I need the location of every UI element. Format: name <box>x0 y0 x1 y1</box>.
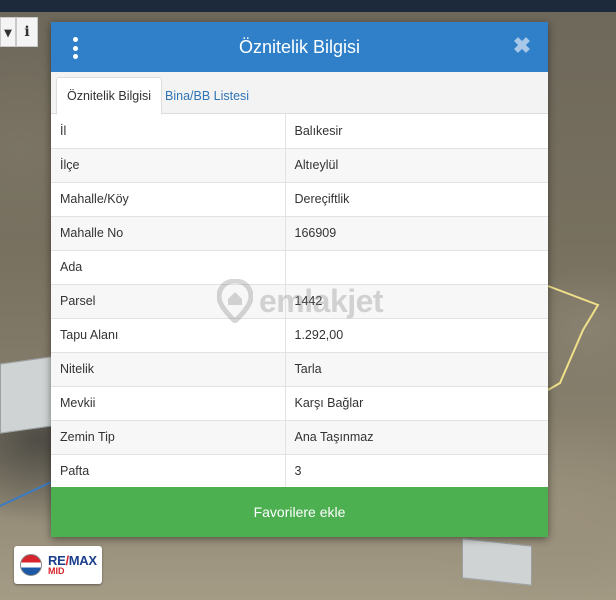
row-value <box>285 250 548 285</box>
table-row: İl Balıkesir <box>51 114 548 149</box>
row-key: Parsel <box>51 284 286 319</box>
attribute-table: İl Balıkesir İlçe Altıeylül Mahalle/Köy … <box>51 114 548 489</box>
table-row: Mahalle No 166909 <box>51 216 548 251</box>
menu-dots-icon[interactable] <box>71 37 79 59</box>
tab-attribute-info[interactable]: Öznitelik Bilgisi <box>56 77 163 115</box>
row-value: 1.292,00 <box>285 318 548 353</box>
dialog-title: Öznitelik Bilgisi <box>238 36 361 57</box>
row-key: Tapu Alanı <box>51 318 286 353</box>
row-value: Altıeylül <box>285 148 548 183</box>
table-row: Nitelik Tarla <box>51 352 548 387</box>
remax-logo: RE/MAX MID <box>14 546 102 584</box>
row-key: İlçe <box>51 148 286 183</box>
map-dropdown-button[interactable]: ▾ <box>0 17 16 47</box>
row-value: Karşı Bağlar <box>285 386 548 421</box>
table-row: Mevkii Karşı Bağlar <box>51 386 548 421</box>
building-roof <box>462 538 532 586</box>
remax-logo-text: RE/MAX MID <box>48 554 97 576</box>
row-value: Tarla <box>285 352 548 387</box>
table-row: Tapu Alanı 1.292,00 <box>51 318 548 353</box>
row-value: Balıkesir <box>285 114 548 149</box>
row-key: Mevkii <box>51 386 286 421</box>
table-row: Mahalle/Köy Dereçiftlik <box>51 182 548 217</box>
remax-balloon-icon <box>20 554 42 576</box>
table-row: Parsel 1442 <box>51 284 548 319</box>
row-key: Mahalle No <box>51 216 286 251</box>
tab-bar: Öznitelik Bilgisi Bina/BB Listesi <box>51 72 548 115</box>
map-info-button[interactable]: i <box>16 17 38 47</box>
dialog-header: Öznitelik Bilgisi ✖ <box>51 22 548 72</box>
row-key: Nitelik <box>51 352 286 387</box>
table-row: Zemin Tip Ana Taşınmaz <box>51 420 548 455</box>
table-row: İlçe Altıeylül <box>51 148 548 183</box>
row-value: Dereçiftlik <box>285 182 548 217</box>
row-value: 3 <box>285 454 548 489</box>
attribute-dialog: Öznitelik Bilgisi ✖ Öznitelik Bilgisi Bi… <box>51 22 548 537</box>
row-key: İl <box>51 114 286 149</box>
add-to-favorites-button[interactable]: Favorilere ekle <box>51 487 548 537</box>
row-key: Mahalle/Köy <box>51 182 286 217</box>
table-row: Pafta 3 <box>51 454 548 489</box>
row-key: Pafta <box>51 454 286 489</box>
row-key: Ada <box>51 250 286 285</box>
map-top-bar <box>0 0 616 12</box>
row-value: 1442 <box>285 284 548 319</box>
building-roof <box>0 356 52 434</box>
remax-office: MID <box>48 566 65 576</box>
row-value: 166909 <box>285 216 548 251</box>
close-icon[interactable]: ✖ <box>510 34 534 58</box>
row-key: Zemin Tip <box>51 420 286 455</box>
row-value: Ana Taşınmaz <box>285 420 548 455</box>
table-row: Ada <box>51 250 548 285</box>
tab-building-list[interactable]: Bina/BB Listesi <box>155 77 259 114</box>
